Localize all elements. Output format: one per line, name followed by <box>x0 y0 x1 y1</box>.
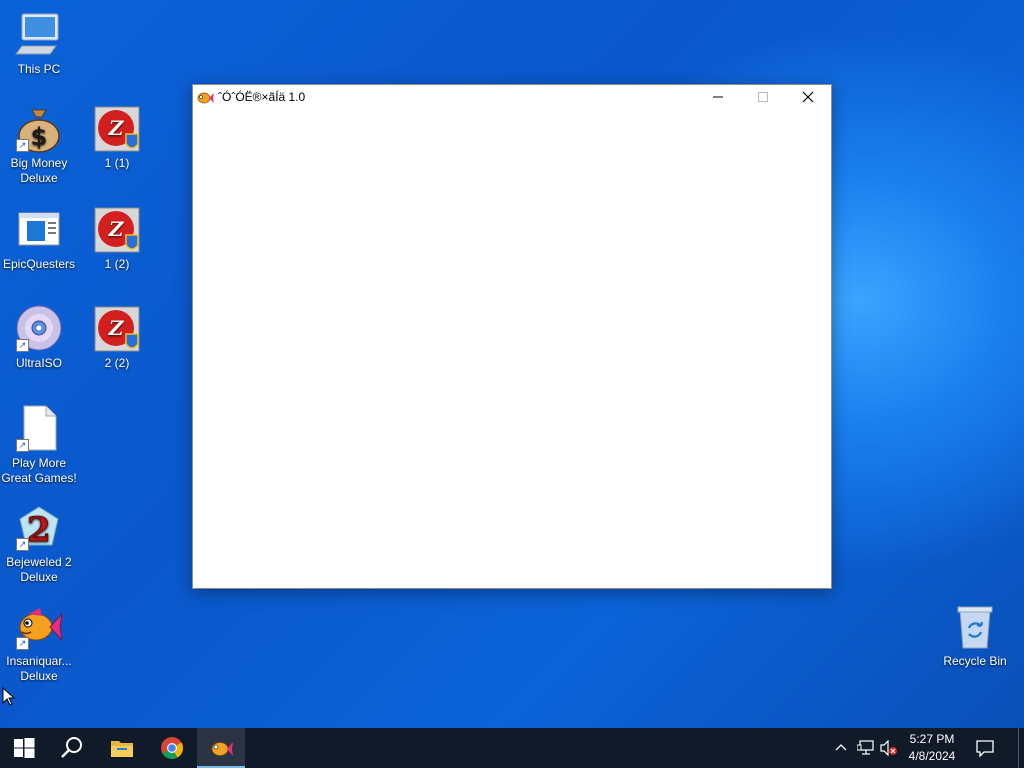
window-titlebar[interactable]: ˆÓˆÓË®×ãÍä 1.0 <box>193 85 831 109</box>
desktop-icon-insaniquarium[interactable]: ↗ Insaniquar... Deluxe <box>1 602 77 684</box>
desktop-icon-label: Insaniquar... Deluxe <box>6 654 72 683</box>
bejeweled-icon: 2 ↗ <box>14 503 64 553</box>
minimize-button[interactable] <box>695 85 741 109</box>
desktop-icon-label: This PC <box>17 62 61 76</box>
close-icon <box>802 91 814 103</box>
mouse-cursor-icon <box>2 687 16 706</box>
tray-chevron-button[interactable] <box>830 728 852 768</box>
desktop-icon-1-2[interactable]: Z 1 (2) <box>79 205 155 272</box>
money-bag-icon: $ ↗ <box>14 104 64 154</box>
network-icon <box>857 740 874 755</box>
shortcut-arrow-icon: ↗ <box>16 538 29 551</box>
window-title: ˆÓˆÓË®×ãÍä 1.0 <box>218 90 306 104</box>
desktop-icon-play-more-games[interactable]: ↗ Play More Great Games! <box>1 404 77 486</box>
maximize-icon <box>758 92 768 102</box>
maximize-button[interactable] <box>740 85 786 109</box>
chrome-icon <box>161 737 183 759</box>
search-button[interactable] <box>48 728 96 768</box>
shortcut-arrow-icon: ↗ <box>16 339 29 352</box>
volume-muted-icon <box>880 740 897 756</box>
desktop-icon-label: 2 (2) <box>104 356 130 370</box>
desktop-icon-this-pc[interactable]: This PC <box>1 10 77 77</box>
notification-center-button[interactable] <box>968 728 1002 768</box>
window-app-icon <box>14 205 64 255</box>
recycle-bin-icon <box>950 602 1000 652</box>
desktop-icon-recycle-bin[interactable]: Recycle Bin <box>937 602 1013 669</box>
svg-text:2: 2 <box>27 510 51 550</box>
desktop-icon-bejeweled[interactable]: 2 ↗ Bejeweled 2 Deluxe <box>1 503 77 585</box>
taskbar: 5:27 PM 4/8/2024 <box>0 728 1024 768</box>
chevron-up-icon <box>835 744 847 751</box>
desktop-icon-big-money[interactable]: $ ↗ Big Money Deluxe <box>1 104 77 186</box>
fish-icon <box>196 89 214 105</box>
window-content[interactable] <box>193 109 831 588</box>
start-button[interactable] <box>0 728 48 768</box>
svg-text:Z: Z <box>108 316 125 340</box>
desktop-icon-label: Bejeweled 2 Deluxe <box>6 555 72 584</box>
fish-icon: ↗ <box>14 602 64 652</box>
installer-shield-icon: Z <box>92 104 142 154</box>
svg-text:Z: Z <box>108 217 125 241</box>
network-button[interactable] <box>854 728 876 768</box>
app-window[interactable]: ˆÓˆÓË®×ãÍä 1.0 <box>192 84 832 589</box>
installer-shield-icon: Z <box>92 304 142 354</box>
shortcut-arrow-icon: ↗ <box>16 439 29 452</box>
desktop-icon-label: Big Money Deluxe <box>10 156 68 185</box>
desktop-icon-label: 1 (1) <box>104 156 130 170</box>
computer-icon <box>14 10 64 60</box>
fish-app-icon <box>211 742 233 756</box>
shortcut-arrow-icon: ↗ <box>16 139 29 152</box>
show-desktop-button[interactable] <box>1018 728 1024 768</box>
desktop-icon-ultraiso[interactable]: ↗ UltraISO <box>1 304 77 371</box>
shortcut-arrow-icon: ↗ <box>16 637 29 650</box>
desktop-icon-label: 1 (2) <box>104 257 130 271</box>
clock-date: 4/8/2024 <box>908 749 956 763</box>
desktop-icon-2-2[interactable]: Z 2 (2) <box>79 304 155 371</box>
minimize-icon <box>713 96 723 98</box>
start-icon <box>14 738 35 758</box>
desktop-icon-label: Play More Great Games! <box>1 456 77 485</box>
desktop-icon-1-1[interactable]: Z 1 (1) <box>79 104 155 171</box>
installer-shield-icon: Z <box>92 205 142 255</box>
file-explorer-icon <box>111 741 133 757</box>
close-button[interactable] <box>785 85 831 109</box>
clock-time: 5:27 PM <box>909 732 955 746</box>
file-explorer-button[interactable] <box>98 728 146 768</box>
taskbar-clock[interactable]: 5:27 PM 4/8/2024 <box>900 731 964 765</box>
fish-app-taskbar-button[interactable] <box>197 728 245 768</box>
chrome-button[interactable] <box>148 728 196 768</box>
notification-icon <box>976 740 994 757</box>
desktop-icon-label: UltraISO <box>15 356 62 370</box>
desktop-icon-label: EpicQuesters <box>2 257 76 271</box>
search-icon <box>61 737 82 758</box>
volume-button[interactable] <box>878 728 900 768</box>
blank-file-icon: ↗ <box>14 404 64 454</box>
desktop-icon-epicquesters[interactable]: EpicQuesters <box>1 205 77 272</box>
disc-icon: ↗ <box>14 304 64 354</box>
desktop-icon-label: Recycle Bin <box>943 654 1007 668</box>
svg-text:$: $ <box>31 123 48 151</box>
svg-text:Z: Z <box>108 116 125 140</box>
